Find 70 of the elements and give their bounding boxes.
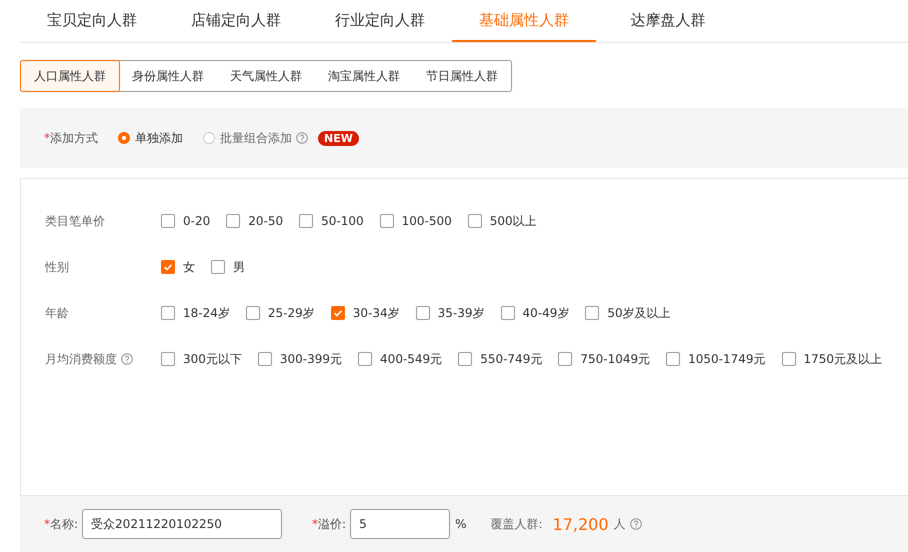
checkbox[interactable] bbox=[258, 352, 272, 366]
checkbox-label[interactable]: 0-20 bbox=[183, 214, 210, 228]
filter-label: 年龄 bbox=[45, 304, 69, 322]
filter-label: 类目笔单价 bbox=[45, 212, 105, 230]
percent-unit: % bbox=[455, 517, 466, 531]
checkbox-label[interactable]: 50-100 bbox=[321, 214, 364, 228]
checkbox-label[interactable]: 40-49岁 bbox=[522, 304, 570, 322]
checkbox-label[interactable]: 50岁及以上 bbox=[607, 304, 671, 322]
checkbox-label[interactable]: 300元以下 bbox=[183, 350, 242, 368]
checkbox[interactable] bbox=[226, 214, 240, 228]
checkbox-label[interactable]: 35-39岁 bbox=[438, 304, 484, 322]
subcategory-tab[interactable]: 天气属性人群 bbox=[217, 61, 315, 91]
checkbox-label[interactable]: 550-749元 bbox=[480, 350, 542, 368]
coverage-label: 覆盖人群: bbox=[490, 516, 543, 532]
category-tab[interactable]: 行业定向人群 bbox=[308, 0, 452, 42]
checkbox[interactable] bbox=[468, 214, 482, 228]
checkbox[interactable] bbox=[416, 306, 430, 320]
checkbox[interactable] bbox=[161, 306, 175, 320]
coverage-value: 17,200 bbox=[552, 514, 609, 534]
checkbox[interactable] bbox=[161, 352, 175, 366]
new-badge: NEW bbox=[318, 130, 359, 146]
field-label: *添加方式 bbox=[44, 130, 98, 146]
checkbox[interactable] bbox=[500, 306, 514, 320]
filter-label: 月均消费额度 bbox=[45, 350, 117, 368]
radio-label[interactable]: 单独添加 bbox=[135, 130, 183, 146]
checkbox-label[interactable]: 400-549元 bbox=[380, 350, 442, 368]
radio-button[interactable] bbox=[118, 132, 130, 144]
checkbox-label[interactable]: 18-24岁 bbox=[183, 304, 230, 322]
checkbox-label[interactable]: 500以上 bbox=[490, 212, 537, 230]
checkbox-label[interactable]: 1050-1749元 bbox=[688, 350, 766, 368]
checkbox-label[interactable]: 30-34岁 bbox=[352, 304, 400, 322]
checkbox[interactable] bbox=[161, 260, 175, 274]
checkbox[interactable] bbox=[161, 214, 175, 228]
checkbox[interactable] bbox=[782, 352, 796, 366]
field-label: *名称: bbox=[44, 516, 78, 532]
checkbox[interactable] bbox=[458, 352, 472, 366]
checkbox-label[interactable]: 男 bbox=[233, 258, 245, 276]
help-icon[interactable] bbox=[630, 518, 642, 530]
checkbox-label[interactable]: 300-399元 bbox=[280, 350, 342, 368]
checkbox-label[interactable]: 750-1049元 bbox=[580, 350, 650, 368]
field-label: *溢价: bbox=[312, 516, 346, 532]
help-icon[interactable] bbox=[121, 353, 133, 365]
checkbox-label[interactable]: 20-50 bbox=[248, 214, 284, 228]
checkbox[interactable] bbox=[330, 306, 345, 320]
checkbox[interactable] bbox=[585, 306, 600, 320]
radio-button[interactable] bbox=[203, 132, 215, 144]
category-tab[interactable]: 达摩盘人群 bbox=[596, 0, 740, 42]
coverage-unit: 人 bbox=[614, 516, 626, 532]
subcategory-tab[interactable]: 身份属性人群 bbox=[119, 61, 217, 91]
premium-input[interactable]: 5 bbox=[350, 509, 450, 539]
subcategory-tab[interactable]: 节日属性人群 bbox=[413, 61, 511, 91]
filter-label: 性别 bbox=[45, 258, 69, 276]
checkbox-label[interactable]: 女 bbox=[183, 258, 195, 276]
checkbox[interactable] bbox=[299, 214, 314, 228]
name-input[interactable]: 受众20211220102250 bbox=[82, 509, 282, 539]
checkbox-label[interactable]: 1750元及以上 bbox=[804, 350, 882, 368]
checkbox[interactable] bbox=[211, 260, 225, 274]
radio-label[interactable]: 批量组合添加 bbox=[220, 130, 292, 146]
checkbox[interactable] bbox=[358, 352, 372, 366]
checkbox-label[interactable]: 25-29岁 bbox=[268, 304, 315, 322]
checkbox[interactable] bbox=[558, 352, 572, 366]
category-tab[interactable]: 店铺定向人群 bbox=[164, 0, 308, 42]
checkbox-label[interactable]: 100-500 bbox=[402, 214, 452, 228]
subcategory-tab[interactable]: 淘宝属性人群 bbox=[315, 61, 413, 91]
category-tab[interactable]: 宝贝定向人群 bbox=[20, 0, 164, 42]
checkbox[interactable] bbox=[380, 214, 394, 228]
checkbox[interactable] bbox=[246, 306, 260, 320]
help-icon[interactable] bbox=[296, 132, 308, 144]
subcategory-tab[interactable]: 人口属性人群 bbox=[20, 60, 120, 92]
checkbox[interactable] bbox=[666, 352, 680, 366]
